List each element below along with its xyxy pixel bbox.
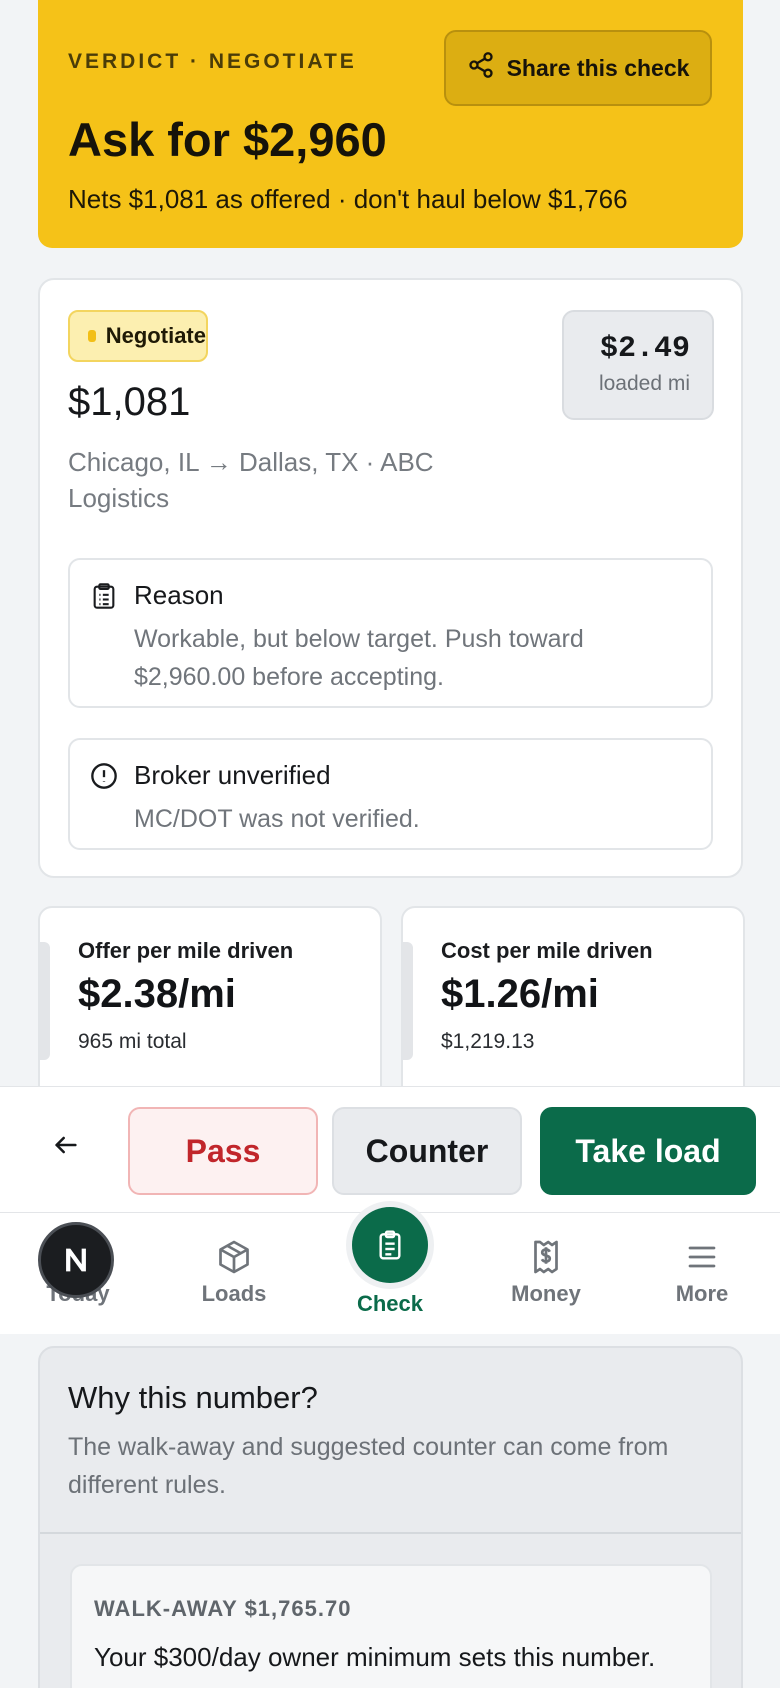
share-label: Share this check — [506, 54, 690, 81]
route-text: Chicago, IL → Dallas, TX · ABC Logistics — [68, 447, 434, 513]
nav-label-money: Money — [511, 1281, 581, 1306]
rate-value: $2.49 — [599, 332, 690, 366]
why-text: The walk-away and suggested counter can … — [68, 1433, 669, 1499]
back-button[interactable] — [44, 1125, 88, 1169]
package-icon — [219, 1240, 249, 1274]
nav-label-check: Check — [356, 1291, 424, 1316]
menu-icon — [688, 1246, 716, 1268]
bottom-nav: Today Loads Check Money More — [0, 1207, 780, 1334]
verdict-title: Ask for $2,960 — [68, 113, 387, 166]
divider — [40, 1532, 741, 1534]
broker-title: Broker unverified — [134, 760, 331, 790]
rate-label: loaded mi — [598, 372, 690, 395]
why-panel: Why this number? The walk-away and sugge… — [38, 1346, 743, 1688]
metric-value: $2.38/mi — [78, 972, 236, 1016]
status-badge-label: Negotiate — [105, 323, 206, 348]
avatar[interactable] — [38, 1222, 114, 1298]
n-logo-icon — [66, 1248, 86, 1272]
metric-subtext: 965 mi total — [78, 1030, 187, 1053]
rule-heading: WALK-AWAY $1,765.70 — [94, 1596, 352, 1621]
status-badge: Negotiate — [68, 310, 208, 362]
receipt-icon — [534, 1240, 558, 1274]
metric-value: $1.26/mi — [441, 972, 599, 1016]
verdict-kicker: VERDICT · NEGOTIATE — [68, 50, 357, 73]
nav-label-loads: Loads — [201, 1281, 267, 1306]
walk-away-rule-card: WALK-AWAY $1,765.70 Your $300/day owner … — [70, 1564, 712, 1688]
broker-text: MC/DOT was not verified. — [134, 805, 420, 833]
counter-button[interactable]: Counter — [332, 1107, 522, 1195]
metric-label: Cost per mile driven — [441, 938, 653, 963]
take-load-button[interactable]: Take load — [540, 1107, 756, 1195]
cost-per-mile-card: Cost per mile driven $1.26/mi $1,219.13 — [401, 906, 745, 1106]
metric-label: Offer per mile driven — [78, 938, 294, 963]
pass-button[interactable]: Pass — [128, 1107, 318, 1195]
share-check-button[interactable]: Share this check — [444, 30, 712, 106]
reason-text: Workable, but below target. Push toward … — [134, 625, 584, 691]
clipboard-check-icon — [379, 1230, 401, 1260]
nav-item-more[interactable]: More — [637, 1239, 767, 1307]
verdict-banner: VERDICT · NEGOTIATE Ask for $2,960 Nets … — [38, 0, 743, 248]
load-summary-card: Negotiate $1,081 Chicago, IL → Dallas, T… — [38, 278, 743, 878]
reason-box: Reason Workable, but below target. Push … — [68, 558, 713, 708]
rate-per-loaded-mile: $2.49 loaded mi — [562, 310, 714, 420]
nav-label-more: More — [675, 1281, 729, 1306]
status-dot-icon — [88, 330, 96, 342]
verdict-subtitle: Nets $1,081 as offered · don't haul belo… — [68, 184, 628, 214]
check-button-circle — [352, 1207, 428, 1283]
broker-warning-box: Broker unverified MC/DOT was not verifie… — [68, 738, 713, 850]
arrow-left-icon — [52, 1131, 80, 1164]
nav-item-loads[interactable]: Loads — [169, 1239, 299, 1307]
action-bar: Pass Counter Take load — [0, 1086, 780, 1212]
why-title: Why this number? — [68, 1380, 318, 1415]
metric-subtext: $1,219.13 — [441, 1030, 535, 1053]
offer-price: $1,081 — [68, 380, 191, 424]
share-icon — [467, 51, 495, 85]
nav-item-money[interactable]: Money — [481, 1239, 611, 1307]
rule-text: Your $300/day owner minimum sets this nu… — [94, 1642, 656, 1672]
reason-title: Reason — [134, 580, 224, 610]
clipboard-icon — [90, 582, 118, 610]
offer-per-mile-card: Offer per mile driven $2.38/mi 965 mi to… — [38, 906, 382, 1106]
nav-item-check[interactable]: Check — [325, 1207, 455, 1317]
alert-circle-icon — [90, 762, 118, 790]
